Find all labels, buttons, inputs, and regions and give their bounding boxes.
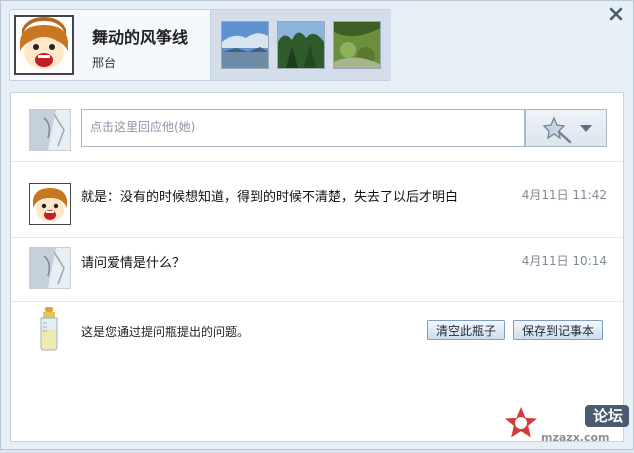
avatar[interactable] [14, 15, 74, 75]
bottle-note: 这是您通过提问瓶提出的问题。 [81, 325, 250, 339]
forest-photo [278, 22, 324, 68]
message-time: 4月11日 11:42 [521, 188, 607, 202]
cartoon-face-icon [16, 17, 72, 73]
my-avatar [29, 109, 71, 151]
anime-avatar-icon [30, 110, 70, 150]
message-time: 4月11日 10:14 [521, 254, 607, 268]
landscape-sky-photo [222, 22, 268, 68]
message-row: 就是：没有的时候想知道，得到的时候不清楚，失去了以后才明白 4月11日 11:4… [11, 162, 623, 238]
watermark-logo: 论坛 mzazx.com [497, 399, 633, 449]
sender-avatar[interactable] [29, 247, 71, 289]
reply-row: 点击这里回应他(她) [11, 93, 623, 162]
photo-thumbnail[interactable] [333, 21, 381, 69]
garden-photo [334, 22, 380, 68]
message-text: 就是：没有的时候想知道，得到的时候不清楚，失去了以后才明白 [81, 190, 459, 205]
watermark-subtext: mzazx.com [541, 431, 610, 444]
sender-avatar[interactable] [29, 183, 71, 225]
watermark-text: 论坛 [593, 407, 624, 425]
photo-strip [210, 10, 391, 80]
profile-card: 舞动的风筝线 邢台 [9, 9, 391, 81]
bottle-icon-graphic [40, 307, 58, 351]
save-notebook-button[interactable]: 保存到记事本 [513, 320, 604, 340]
message-row: 请问爱情是什么？ 4月11日 10:14 [11, 238, 623, 302]
reply-input[interactable]: 点击这里回应他(她) [81, 109, 525, 147]
photo-thumbnail[interactable] [277, 21, 325, 69]
profile-location: 邢台 [92, 56, 117, 70]
reply-placeholder: 点击这里回应他(她) [90, 120, 196, 134]
photo-thumbnail[interactable] [221, 21, 269, 69]
conversation-panel: 点击这里回应他(她) 就是：没有的时候想知道，得到的时候不清楚，失去了以后才明白… [10, 92, 624, 442]
chevron-down-icon [580, 125, 592, 132]
profile-name[interactable]: 舞动的风筝线 [92, 24, 188, 48]
emoticon-button[interactable] [525, 109, 607, 147]
dialog-window: 舞动的风筝线 邢台 点击这里回应他(她) 就是：没有的时候想知道，得到的时候不清… [0, 0, 634, 450]
close-icon [609, 7, 623, 21]
bottle-icon [37, 307, 61, 355]
anime-avatar-icon [30, 248, 70, 288]
magic-wand-icon [542, 116, 592, 144]
cartoon-face-icon [30, 184, 70, 224]
close-button[interactable] [609, 5, 623, 26]
clear-bottle-button[interactable]: 清空此瓶子 [427, 320, 506, 340]
message-text: 请问爱情是什么？ [81, 256, 186, 271]
